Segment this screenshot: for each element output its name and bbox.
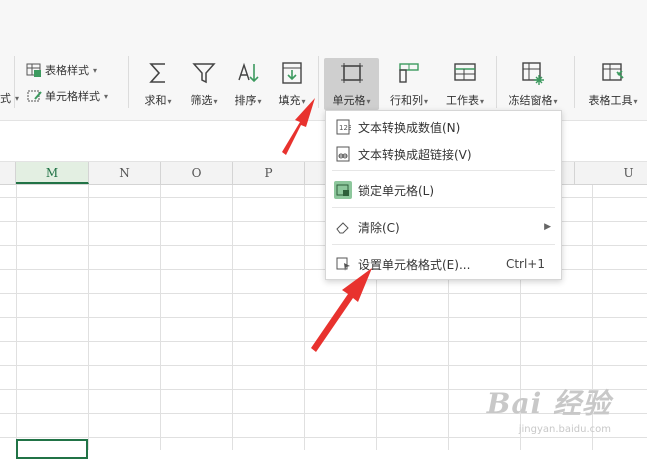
row-col-button[interactable]: 行和列▾ — [382, 58, 436, 110]
menu-separator — [332, 244, 555, 245]
ribbon-separator — [574, 56, 575, 108]
menu-separator — [332, 207, 555, 208]
chevron-down-icon: ▾ — [301, 97, 306, 106]
ribbon-separator — [14, 56, 15, 108]
chevron-down-icon: ▾ — [15, 93, 20, 103]
freeze-label: 冻结窗格 — [508, 94, 553, 107]
column-header-m[interactable]: M — [16, 162, 89, 184]
cell-style-button[interactable]: 单元格样式 ▾ — [26, 86, 108, 106]
column-header-u[interactable]: U — [593, 162, 647, 184]
sum-button[interactable]: 求和▾ — [132, 58, 184, 110]
chevron-down-icon: ▾ — [213, 97, 218, 106]
table-tools-button[interactable]: 表格工具▾ — [582, 58, 644, 110]
chevron-right-icon: ▶ — [544, 222, 551, 232]
chevron-down-icon: ▾ — [93, 65, 98, 75]
ribbon-separator — [496, 56, 497, 108]
chevron-down-icon: ▾ — [167, 97, 172, 106]
chevron-down-icon: ▾ — [479, 97, 484, 106]
sort-label: 排序 — [234, 94, 257, 107]
filter-icon — [192, 63, 216, 84]
sort-icon — [238, 62, 259, 83]
sum-label: 求和 — [144, 94, 167, 107]
cell-button[interactable]: 单元格▾ — [324, 58, 379, 110]
menu-item-label: 文本转换成数值(N) — [358, 120, 461, 135]
style-partial-button[interactable]: 式 ▾ — [0, 88, 19, 108]
fill-label: 填充 — [278, 94, 301, 107]
row-col-icon — [399, 63, 419, 83]
table-style-button[interactable]: 表格样式 ▾ — [26, 60, 97, 80]
menu-item-label: 锁定单元格(L) — [358, 183, 435, 198]
svg-text:123: 123 — [339, 124, 351, 132]
format-cells-icon — [334, 255, 352, 273]
ribbon-separator — [128, 56, 129, 108]
filter-label: 筛选 — [190, 94, 213, 107]
column-header-n[interactable]: N — [89, 162, 161, 184]
cell-style-icon — [27, 90, 42, 102]
chevron-down-icon: ▾ — [366, 97, 371, 106]
cell-dropdown-menu: 123 文本转换成数值(N) 文本转换成超链接(V) 锁定单元格(L) 清除(C… — [325, 110, 562, 280]
menu-item-label: 清除(C) — [358, 220, 400, 235]
freeze-icon — [522, 62, 544, 85]
worksheet-button[interactable]: 工作表▾ — [438, 58, 492, 110]
menu-item-text-to-number[interactable]: 123 文本转换成数值(N) — [326, 114, 561, 140]
fill-icon — [282, 62, 302, 84]
ribbon-separator — [318, 56, 319, 108]
fill-button[interactable]: 填充▾ — [266, 58, 318, 110]
watermark-url: jingyan.baidu.com — [518, 424, 611, 435]
cell-style-label: 单元格样式 — [45, 90, 100, 103]
column-header-o[interactable]: O — [161, 162, 233, 184]
freeze-panes-button[interactable]: 冻结窗格▾ — [502, 58, 564, 110]
text-to-number-icon: 123 — [334, 118, 352, 136]
sigma-icon — [149, 63, 165, 83]
menu-item-format-cells[interactable]: 设置单元格格式(E)... Ctrl+1 — [326, 251, 561, 277]
chevron-down-icon: ▾ — [257, 97, 262, 106]
table-style-label: 表格样式 — [45, 64, 89, 77]
table-style-icon — [26, 63, 41, 77]
table-tools-icon — [602, 63, 624, 81]
chevron-down-icon: ▾ — [633, 97, 638, 106]
menu-item-text-to-hyperlink[interactable]: 文本转换成超链接(V) — [326, 141, 561, 167]
menu-item-clear[interactable]: 清除(C) ▶ — [326, 214, 561, 240]
chevron-down-icon: ▾ — [104, 91, 109, 101]
table-tools-label: 表格工具 — [588, 94, 633, 107]
worksheet-label: 工作表 — [445, 94, 479, 107]
chevron-down-icon: ▾ — [423, 97, 428, 106]
menu-item-label: 文本转换成超链接(V) — [358, 147, 472, 162]
watermark-brand: Bai 经验 — [486, 387, 611, 420]
menu-item-shortcut: Ctrl+1 — [505, 257, 545, 271]
menu-item-label: 设置单元格格式(E)... — [358, 257, 471, 272]
style-partial-label: 式 — [0, 92, 11, 105]
worksheet-icon — [454, 63, 476, 81]
menu-separator — [332, 170, 555, 171]
column-header-partial[interactable] — [0, 162, 16, 184]
cell-label: 单元格 — [332, 94, 366, 107]
lock-cell-icon — [334, 181, 352, 199]
hyperlink-icon — [334, 145, 352, 163]
selected-cell[interactable] — [16, 439, 88, 459]
chevron-down-icon: ▾ — [553, 97, 558, 106]
cell-icon — [340, 63, 363, 83]
column-header-p[interactable]: P — [233, 162, 305, 184]
title-bar-area — [0, 0, 647, 48]
eraser-icon — [334, 218, 352, 236]
watermark: Bai 经验 jingyan.baidu.com — [487, 382, 611, 435]
menu-item-lock-cell[interactable]: 锁定单元格(L) — [326, 177, 561, 203]
row-col-label: 行和列 — [389, 94, 423, 107]
